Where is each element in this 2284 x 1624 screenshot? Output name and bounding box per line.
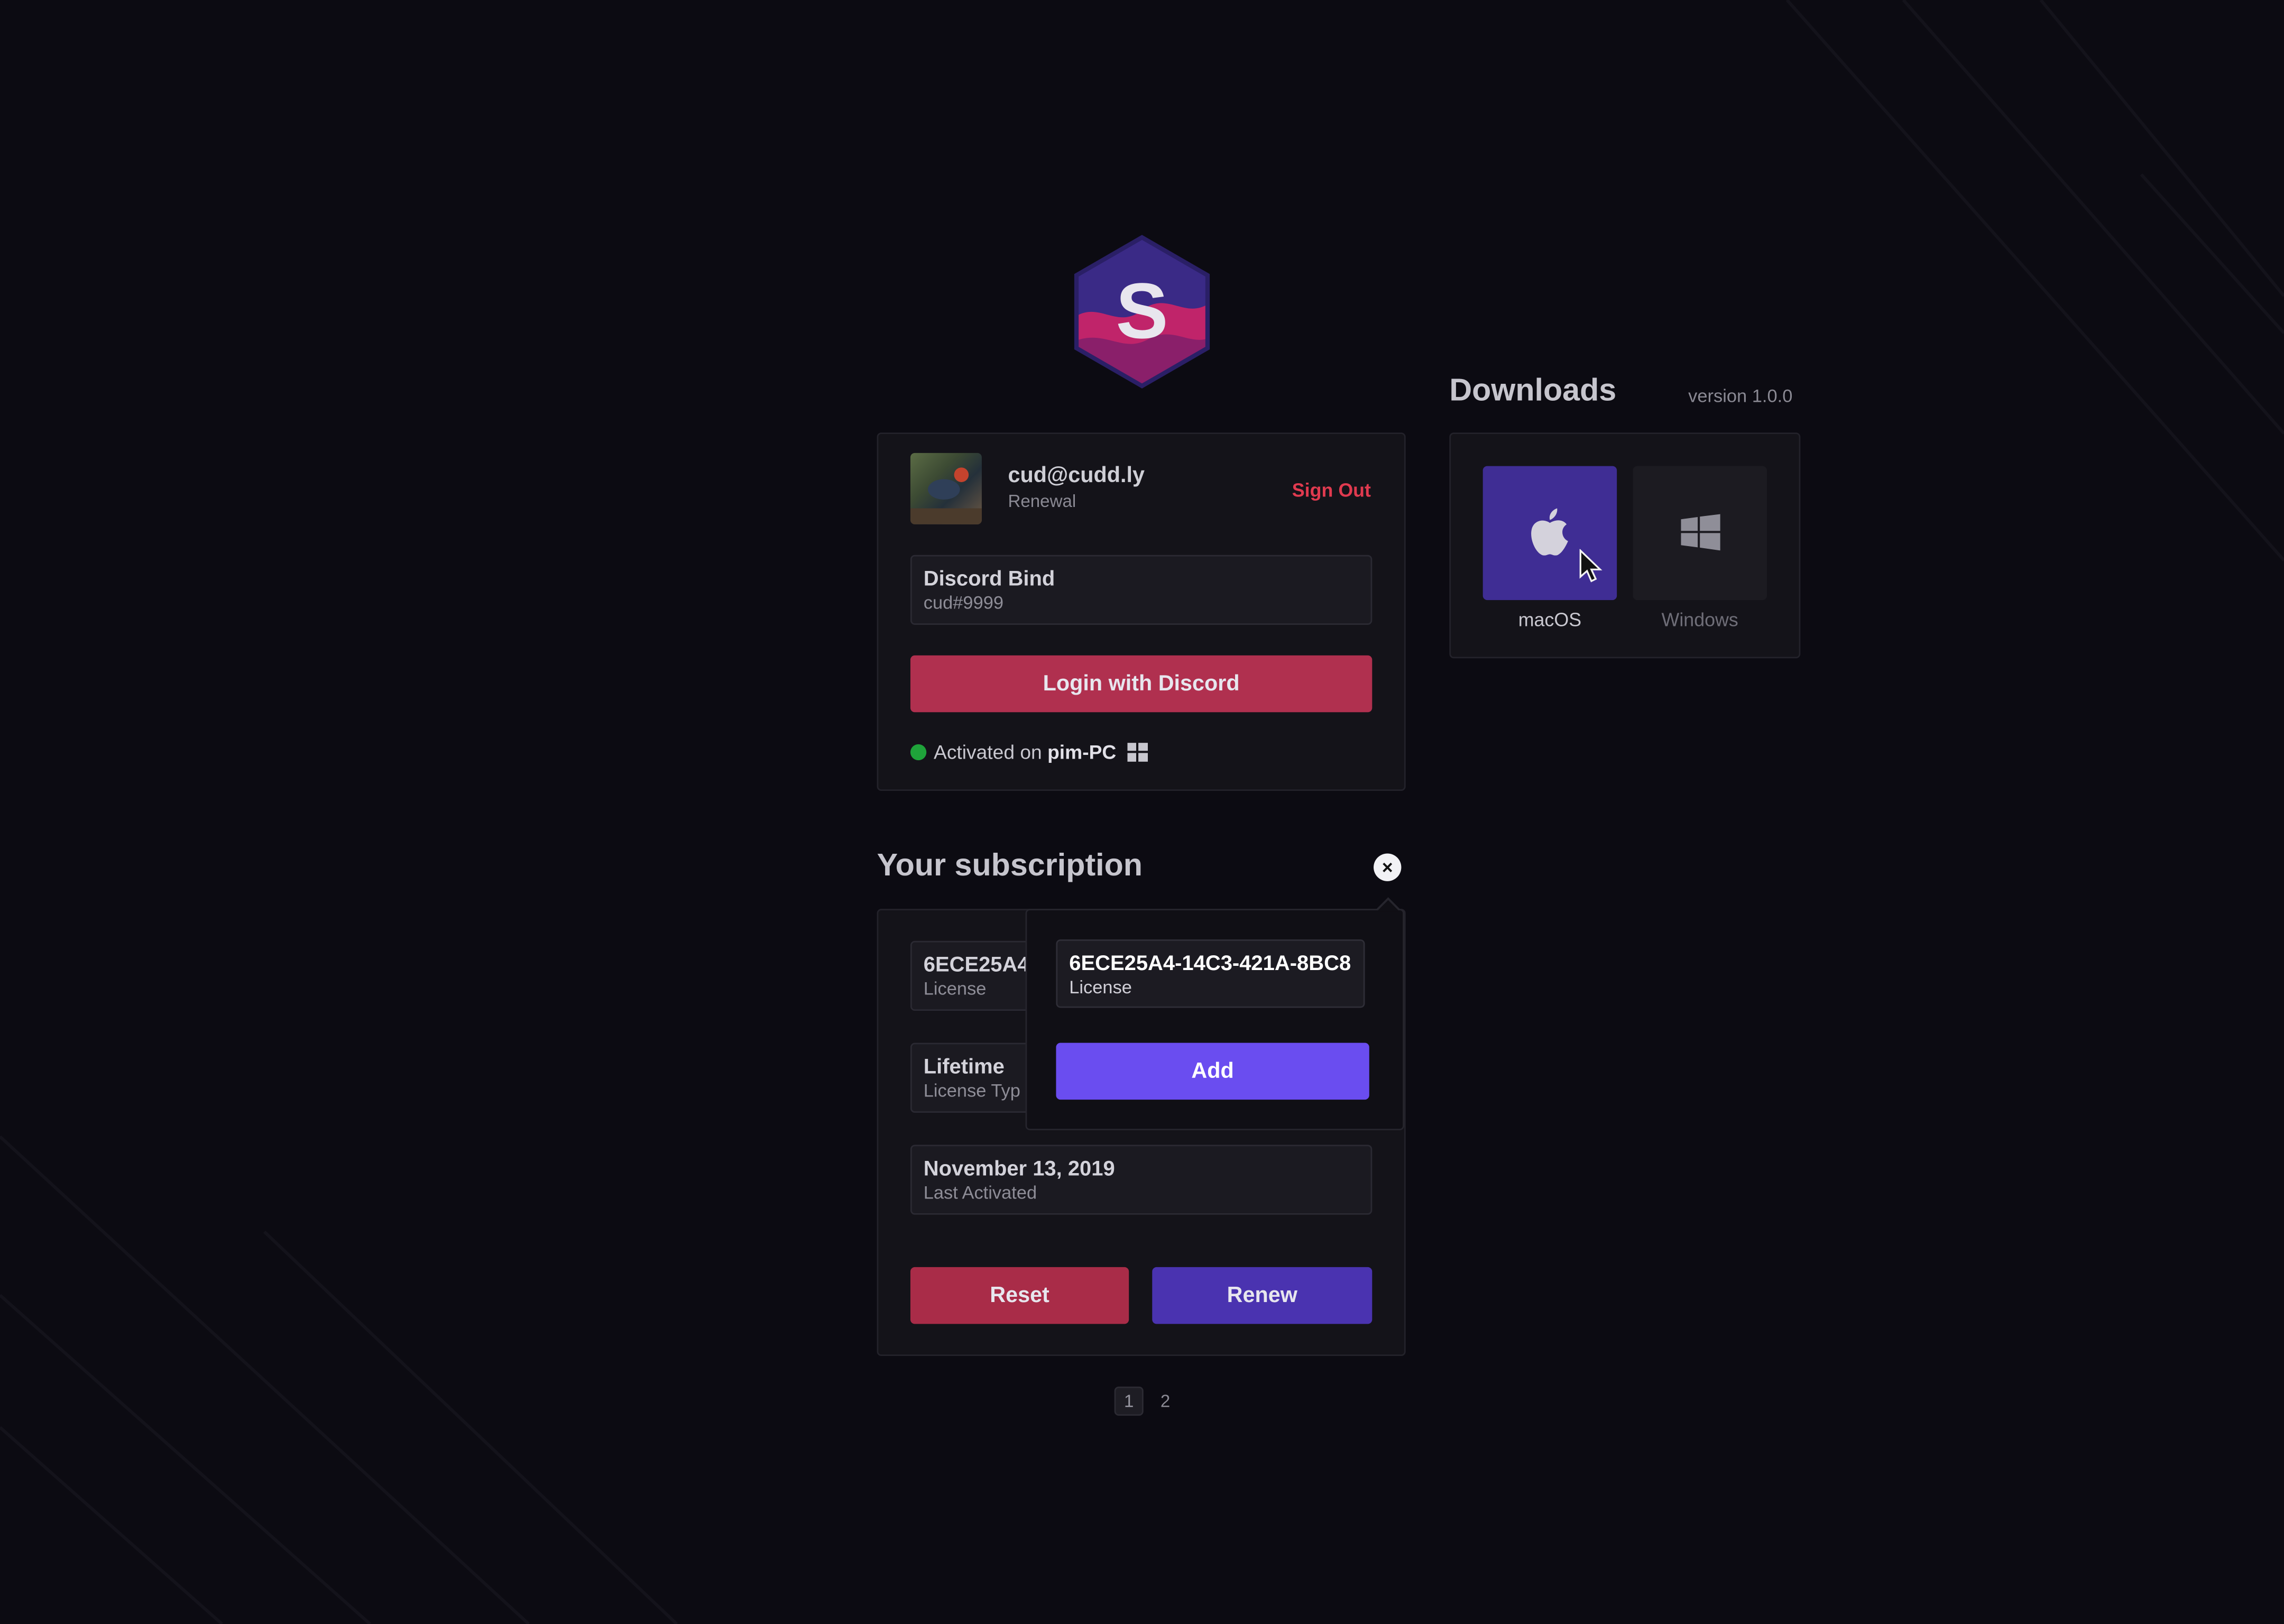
activation-prefix: Activated on xyxy=(934,741,1042,763)
download-macos-button[interactable] xyxy=(1482,466,1617,601)
discord-bind-title: Discord Bind xyxy=(923,568,1055,592)
download-windows-button[interactable] xyxy=(1633,466,1767,601)
windows-label: Windows xyxy=(1661,608,1738,631)
license-value: 6ECE25A4 xyxy=(923,954,1029,977)
reset-button[interactable]: Reset xyxy=(910,1267,1129,1324)
avatar xyxy=(910,453,982,524)
license-key-value: 6ECE25A4-14C3-421A-8BC8 xyxy=(1069,952,1351,976)
license-type-value: Lifetime xyxy=(923,1056,1005,1079)
apple-icon xyxy=(1531,508,1568,556)
popover-arrow-inner xyxy=(1376,900,1400,912)
renew-button[interactable]: Renew xyxy=(1152,1267,1373,1324)
discord-bind-value: cud#9999 xyxy=(923,593,1004,613)
activation-status: Activated on pim-PC xyxy=(934,741,1116,763)
discord-bind-field: Discord Bind cud#9999 xyxy=(910,555,1373,625)
status-indicator-dot xyxy=(910,744,927,761)
windows-icon xyxy=(1681,514,1720,551)
windows-icon xyxy=(1127,743,1148,762)
add-license-button[interactable]: Add xyxy=(1056,1042,1369,1100)
user-email: cud@cudd.ly xyxy=(1008,463,1145,488)
close-popover-button[interactable]: × xyxy=(1374,853,1402,881)
license-key-input[interactable]: 6ECE25A4-14C3-421A-8BC8 License xyxy=(1056,939,1365,1008)
subscription-title: Your subscription xyxy=(877,847,1143,883)
sign-out-link[interactable]: Sign Out xyxy=(1292,479,1371,501)
page-button-2[interactable]: 2 xyxy=(1151,1387,1180,1416)
last-activated-label: Last Activated xyxy=(923,1183,1037,1203)
last-activated-field: November 13, 2019 Last Activated xyxy=(910,1145,1373,1215)
downloads-title: Downloads xyxy=(1449,373,1617,408)
page-button-1[interactable]: 1 xyxy=(1114,1386,1144,1416)
app-logo: S xyxy=(1074,235,1210,389)
license-key-label: License xyxy=(1069,977,1132,998)
last-activated-value: November 13, 2019 xyxy=(923,1158,1115,1182)
user-plan: Renewal xyxy=(1008,491,1076,512)
license-label: License xyxy=(923,979,987,999)
mouse-cursor-icon xyxy=(1579,549,1603,583)
macos-label: macOS xyxy=(1518,608,1582,631)
app-stage: S cud@cudd.ly Renewal Sign Out Discord B… xyxy=(0,0,2284,1624)
version-label: version 1.0.0 xyxy=(1688,386,1793,407)
login-with-discord-button[interactable]: Login with Discord xyxy=(910,655,1373,713)
license-type-label: License Typ xyxy=(923,1081,1020,1101)
activation-machine: pim-PC xyxy=(1047,741,1117,763)
logo-letter: S xyxy=(1116,266,1168,355)
